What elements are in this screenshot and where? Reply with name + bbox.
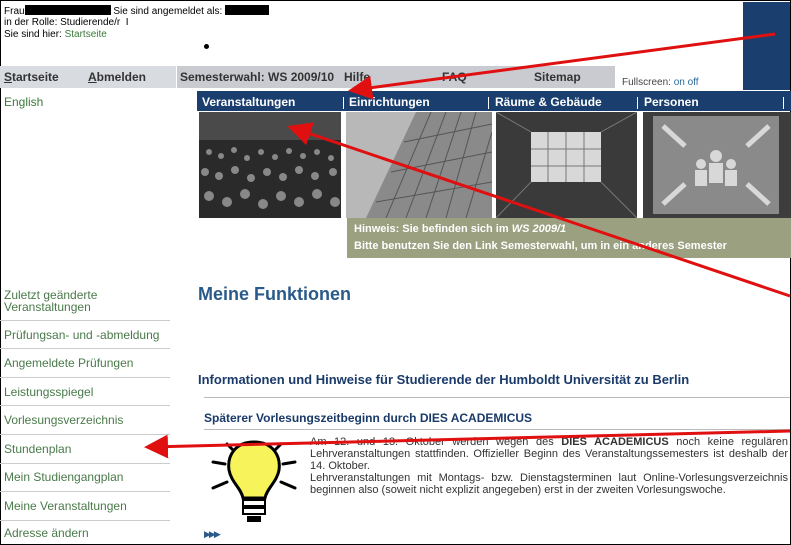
annotation-arrows <box>144 32 791 459</box>
arrow-to-courses-photo <box>287 122 791 298</box>
arrow-to-semester <box>348 32 776 100</box>
arrow-to-timetable <box>144 429 791 459</box>
